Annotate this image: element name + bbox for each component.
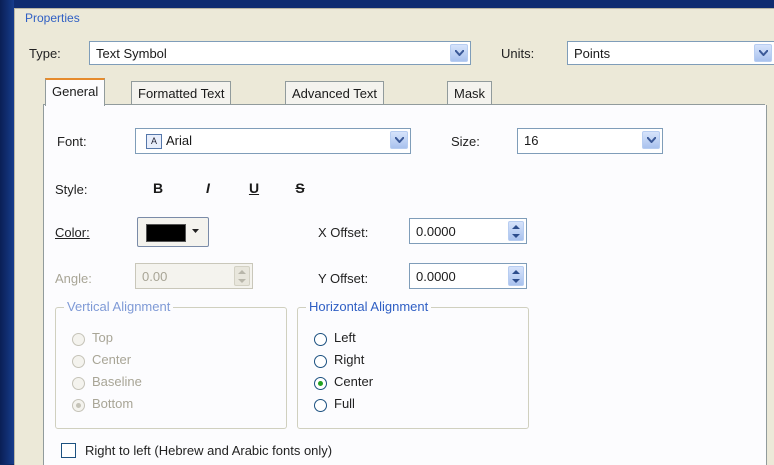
x-offset-label: X Offset: xyxy=(318,225,369,240)
radio-center xyxy=(72,355,85,368)
angle-value: 0.00 xyxy=(142,269,168,284)
x-offset-spinner[interactable]: 0.0000 xyxy=(409,218,527,244)
option-center-label: Center xyxy=(92,352,132,367)
radio-selected-dot xyxy=(76,403,81,408)
font-label: Font: xyxy=(57,134,87,149)
chevron-down-icon[interactable] xyxy=(390,131,408,149)
panel-title: Properties xyxy=(25,11,80,25)
size-dropdown[interactable]: 16 xyxy=(517,128,663,154)
y-offset-label: Y Offset: xyxy=(318,271,369,286)
option-right-label[interactable]: Right xyxy=(334,352,364,367)
tab-general[interactable]: General xyxy=(45,78,106,106)
units-dropdown[interactable]: Points xyxy=(567,41,774,65)
rtl-checkbox[interactable] xyxy=(61,443,76,458)
tab-mask[interactable]: Mask xyxy=(447,81,493,105)
properties-panel: Properties Type: Text Symbol Units: Poin… xyxy=(14,8,774,465)
window-left-edge xyxy=(0,0,14,464)
spin-arrows-icon[interactable] xyxy=(508,221,524,241)
vertical-alignment-title: Vertical Alignment xyxy=(64,299,174,314)
radio-baseline xyxy=(72,377,85,390)
color-label: Color: xyxy=(55,225,90,240)
rtl-label[interactable]: Right to left (Hebrew and Arabic fonts o… xyxy=(85,443,332,458)
underline-button[interactable]: U xyxy=(243,180,265,200)
radio-bottom xyxy=(72,399,85,412)
option-center-label[interactable]: Center xyxy=(334,374,373,389)
type-dropdown[interactable]: Text Symbol xyxy=(89,41,471,65)
vertical-alignment-group: Vertical Alignment Top Center Baseline B… xyxy=(55,299,287,429)
italic-button[interactable]: I xyxy=(197,180,219,200)
radio-full[interactable] xyxy=(314,399,327,412)
chevron-down-icon[interactable] xyxy=(754,44,772,62)
style-label: Style: xyxy=(55,182,88,197)
y-offset-value: 0.0000 xyxy=(416,269,456,284)
angle-label: Angle: xyxy=(55,271,92,286)
angle-spinner: 0.00 xyxy=(135,263,253,289)
radio-right[interactable] xyxy=(314,355,327,368)
radio-top xyxy=(72,333,85,346)
spin-arrows-icon xyxy=(234,266,250,286)
size-label: Size: xyxy=(451,134,480,149)
tab-advanced-text[interactable]: Advanced Text xyxy=(285,81,385,105)
chevron-down-icon xyxy=(192,229,199,233)
radio-left[interactable] xyxy=(314,333,327,346)
chevron-down-icon[interactable] xyxy=(642,131,660,149)
strikethrough-button[interactable]: S xyxy=(289,180,311,200)
option-left-label[interactable]: Left xyxy=(334,330,356,345)
type-value: Text Symbol xyxy=(96,46,167,61)
option-top-label: Top xyxy=(92,330,113,345)
horizontal-alignment-group: Horizontal Alignment Left Right Center F… xyxy=(297,299,529,429)
bold-button[interactable]: B xyxy=(147,180,169,200)
horizontal-alignment-title: Horizontal Alignment xyxy=(306,299,432,314)
radio-center[interactable] xyxy=(314,377,327,390)
units-value: Points xyxy=(574,46,611,61)
color-picker-button[interactable] xyxy=(137,217,209,247)
font-type-icon: A xyxy=(146,134,162,149)
chevron-down-icon[interactable] xyxy=(450,44,468,62)
color-swatch xyxy=(146,224,186,242)
option-bottom-label: Bottom xyxy=(92,396,134,411)
y-offset-spinner[interactable]: 0.0000 xyxy=(409,263,527,289)
units-label: Units: xyxy=(501,46,535,61)
size-value: 16 xyxy=(524,133,539,148)
tab-formatted-text[interactable]: Formatted Text xyxy=(131,81,232,105)
x-offset-value: 0.0000 xyxy=(416,224,456,239)
spin-arrows-icon[interactable] xyxy=(508,266,524,286)
font-dropdown[interactable]: A Arial xyxy=(135,128,411,154)
option-full-label[interactable]: Full xyxy=(334,396,355,411)
font-value: Arial xyxy=(166,133,193,148)
option-baseline-label: Baseline xyxy=(92,374,142,389)
window-top-edge xyxy=(0,0,774,8)
type-label: Type: xyxy=(29,46,61,61)
radio-selected-dot xyxy=(318,381,323,386)
